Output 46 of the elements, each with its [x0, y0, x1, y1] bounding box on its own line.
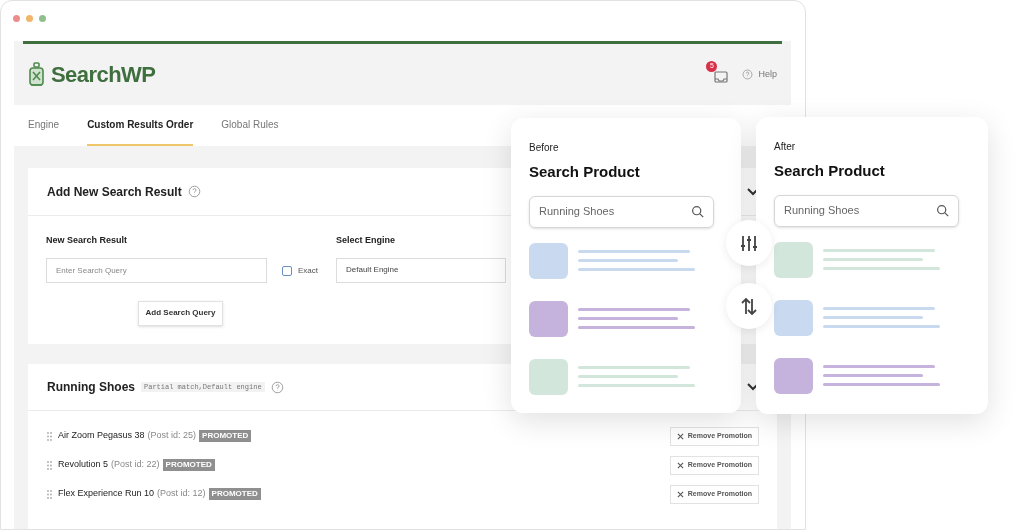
- tab[interactable]: Engine: [28, 105, 60, 146]
- search-icon[interactable]: [691, 205, 704, 218]
- drag-handle-icon[interactable]: [47, 489, 52, 499]
- tab[interactable]: Global Rules: [221, 105, 279, 146]
- post-id: (Post id: 12): [157, 487, 206, 501]
- search-icon[interactable]: [936, 204, 949, 217]
- checkbox-label: Exact: [298, 264, 318, 277]
- sliders-icon: [740, 234, 758, 252]
- card-label: Before: [529, 141, 560, 155]
- lantern-logo-icon: [28, 61, 45, 88]
- close-icon: [676, 432, 684, 440]
- post-title: Flex Experience Run 10: [58, 487, 155, 501]
- help-link[interactable]: Help: [758, 67, 777, 82]
- post-id: (Post id: 22): [111, 458, 160, 472]
- engine-select[interactable]: Default Engine: [336, 257, 506, 283]
- search-query-input[interactable]: Enter Search Query: [46, 257, 267, 283]
- panel-title: Running Shoes: [47, 379, 135, 396]
- field-label: New Search Result: [46, 234, 129, 247]
- promoted-badge: PROMOTED: [162, 459, 215, 471]
- card-title: Search Product: [529, 162, 641, 182]
- help-icon: [742, 69, 754, 80]
- drag-handle-icon[interactable]: [47, 431, 52, 441]
- promoted-badge: PROMOTED: [199, 430, 252, 442]
- close-icon: [676, 490, 684, 498]
- add-search-query-button[interactable]: Add Search Query: [137, 300, 224, 326]
- post-title: Revolution 5: [58, 458, 109, 472]
- search-text: Running Shoes: [784, 203, 860, 219]
- search-text: Running Shoes: [539, 204, 615, 220]
- card-title: Search Product: [774, 161, 886, 181]
- close-icon: [676, 461, 684, 469]
- tab[interactable]: Custom Results Order: [87, 105, 194, 146]
- post-title: Air Zoom Pegasus 38: [58, 429, 145, 443]
- field-label: Select Engine: [336, 234, 397, 247]
- drag-handle-icon[interactable]: [47, 460, 52, 470]
- post-id: (Post id: 25): [147, 429, 197, 443]
- search-field[interactable]: Running Shoes: [529, 195, 714, 228]
- up-down-arrows-icon: [741, 296, 757, 316]
- card-label: After: [774, 140, 797, 154]
- promoted-badge: PROMOTED: [208, 488, 261, 500]
- panel-title: Add New Search Result: [47, 183, 182, 201]
- exact-checkbox[interactable]: [282, 265, 292, 276]
- help-icon: [270, 380, 284, 394]
- help-icon: [187, 185, 201, 198]
- inbox-icon[interactable]: [714, 70, 729, 83]
- search-field[interactable]: Running Shoes: [774, 194, 959, 227]
- logo-text: SearchWP: [51, 61, 156, 89]
